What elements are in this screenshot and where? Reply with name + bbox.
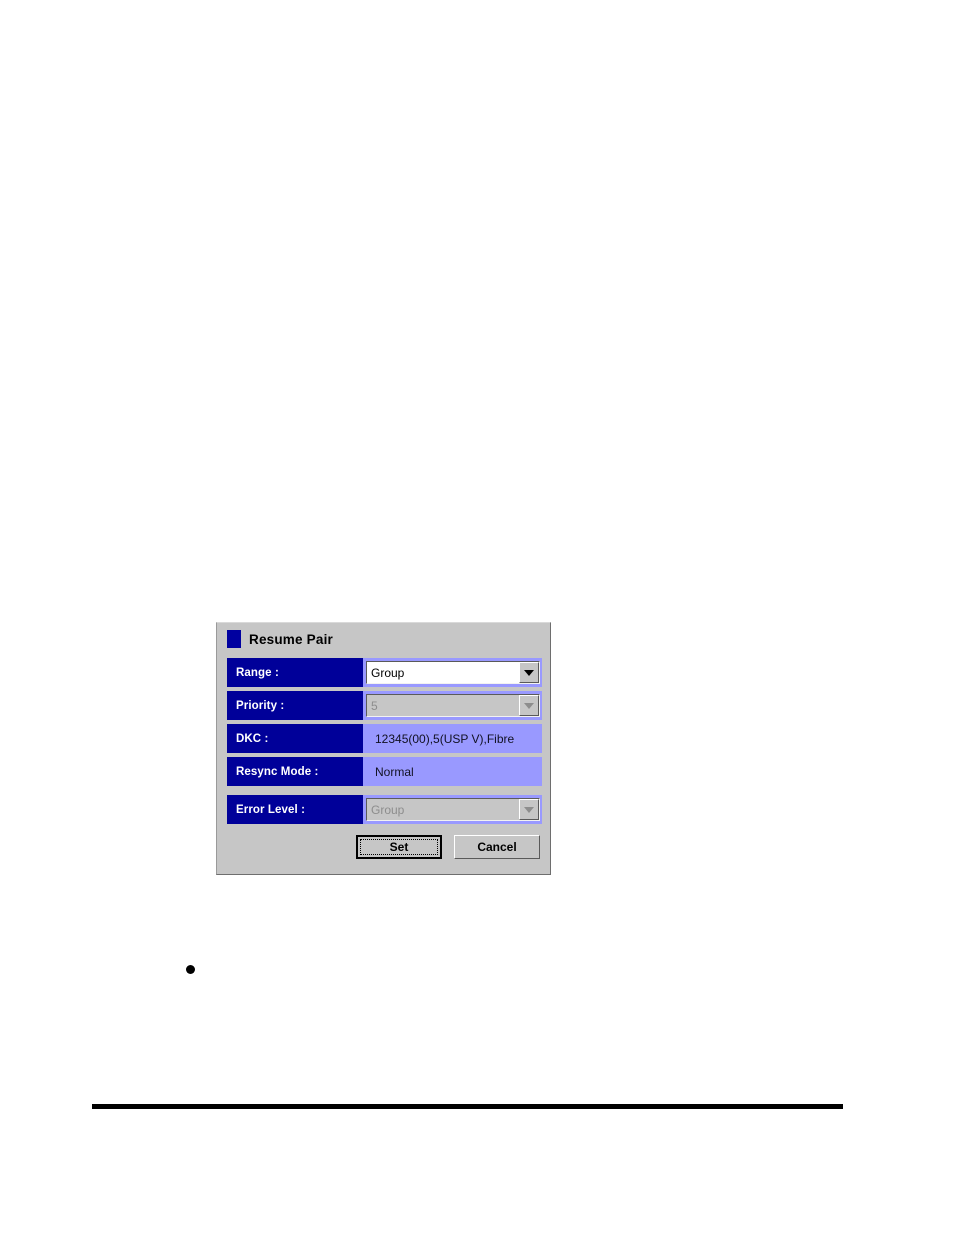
cancel-button[interactable]: Cancel — [454, 835, 540, 859]
document-page: Resume Pair Range : Group Priority : 5 D… — [0, 0, 954, 1235]
form-row-resync-mode: Resync Mode : Normal — [227, 757, 542, 786]
form-row-error-level: Error Level : Group — [227, 795, 542, 824]
label-dkc: DKC : — [227, 724, 363, 753]
form-row-priority: Priority : 5 — [227, 691, 542, 720]
chevron-down-icon — [524, 702, 534, 709]
value-dkc: 12345(00),5(USP V),Fibre — [363, 724, 542, 753]
error-level-dropdown-button — [519, 799, 539, 820]
label-resync-mode: Resync Mode : — [227, 757, 363, 786]
list-bullet — [186, 965, 195, 974]
set-button[interactable]: Set — [356, 835, 442, 859]
range-dropdown-button[interactable] — [519, 662, 539, 683]
dialog-form-area: Range : Group Priority : 5 DKC: 12345(0… — [227, 658, 542, 828]
value-cell-range: Group — [363, 658, 542, 687]
priority-dropdown-button — [519, 695, 539, 716]
priority-combobox-value: 5 — [367, 695, 519, 716]
dialog-title: Resume Pair — [249, 631, 333, 647]
chevron-down-icon — [524, 806, 534, 813]
dialog-button-bar: Set Cancel — [217, 835, 550, 859]
blue-square-icon — [227, 630, 241, 648]
form-row-range: Range : Group — [227, 658, 542, 687]
range-combobox-value: Group — [367, 662, 519, 683]
form-row-dkc: DKC : 12345(00),5(USP V),Fibre — [227, 724, 542, 753]
resume-pair-dialog: Resume Pair Range : Group Priority : 5 D… — [216, 622, 551, 875]
priority-combobox: 5 — [366, 694, 540, 717]
range-combobox[interactable]: Group — [366, 661, 540, 684]
value-cell-priority: 5 — [363, 691, 542, 720]
value-resync-mode: Normal — [363, 757, 542, 786]
dialog-titlebar: Resume Pair — [217, 623, 550, 655]
label-priority: Priority : — [227, 691, 363, 720]
value-cell-error-level: Group — [363, 795, 542, 824]
label-range: Range : — [227, 658, 363, 687]
error-level-combobox-value: Group — [367, 799, 519, 820]
footer-divider — [92, 1104, 843, 1109]
label-error-level: Error Level : — [227, 795, 363, 824]
error-level-combobox: Group — [366, 798, 540, 821]
chevron-down-icon — [524, 669, 534, 676]
set-button-label: Set — [389, 840, 409, 854]
